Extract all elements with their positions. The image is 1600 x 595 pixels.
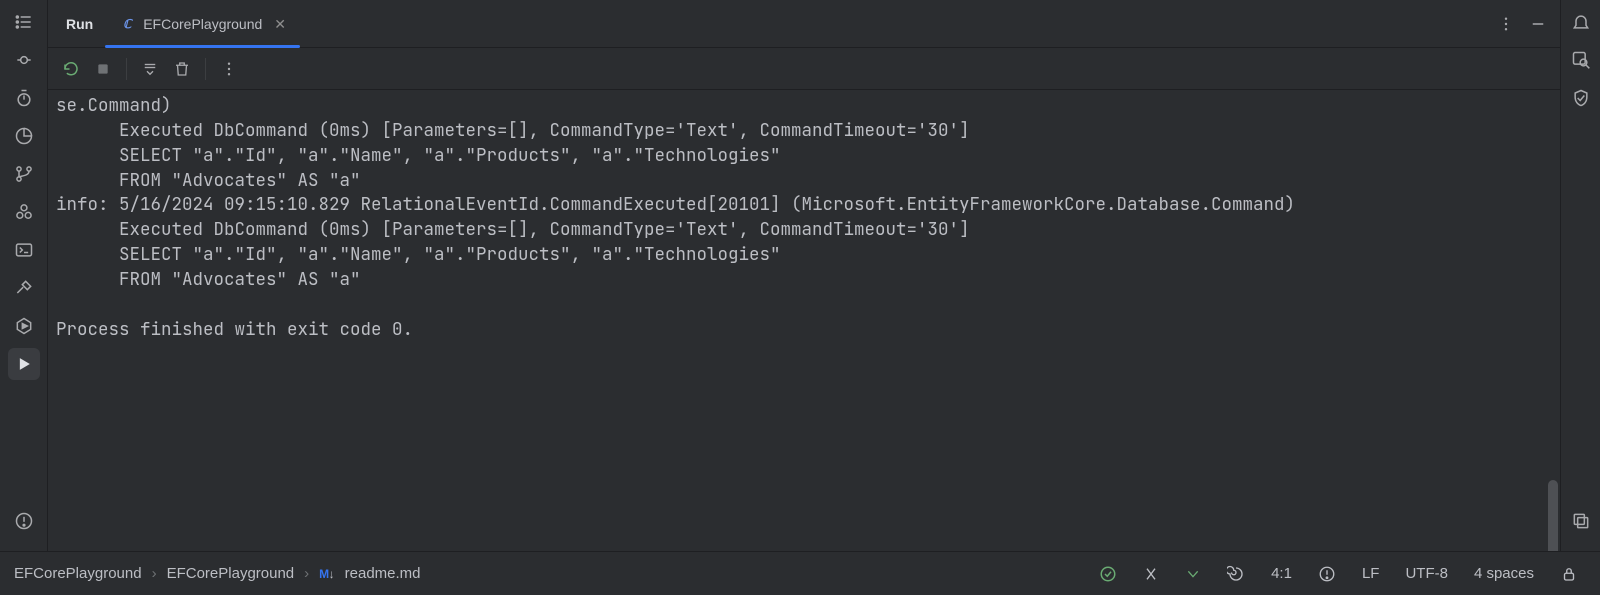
shield-icon [1571, 88, 1591, 108]
problems-toolwindow-button[interactable] [8, 505, 40, 537]
stop-button[interactable] [88, 54, 118, 84]
close-icon[interactable]: ✕ [274, 16, 286, 33]
readonly-toggle[interactable] [1552, 565, 1586, 583]
build-toolwindow-button[interactable] [8, 272, 40, 304]
services-toolwindow-button[interactable] [8, 310, 40, 342]
branch-icon [14, 164, 34, 184]
analytics-toolwindow-button[interactable] [8, 120, 40, 152]
more-vertical-icon [220, 60, 238, 78]
minimize-icon [1529, 15, 1547, 33]
cursor-position[interactable]: 4:1 [1263, 565, 1300, 582]
status-inspection-indicator[interactable] [1177, 566, 1209, 582]
stop-icon [95, 61, 111, 77]
commit-toolwindow-button[interactable] [8, 44, 40, 76]
spiral-icon [1227, 565, 1245, 583]
terminal-toolwindow-button[interactable] [8, 234, 40, 266]
left-tool-rail [0, 0, 48, 551]
console-text: se.Command) Executed DbCommand (0ms) [Pa… [48, 90, 1560, 354]
file-encoding[interactable]: UTF-8 [1397, 565, 1456, 582]
scroll-down-icon [141, 60, 159, 78]
warning-icon [1318, 565, 1336, 583]
run-panel: Run ℂ EFCorePlayground ✕ [48, 0, 1560, 551]
status-power-save-indicator[interactable] [1219, 565, 1253, 583]
rerun-button[interactable] [56, 54, 86, 84]
run-config-tab-label: EFCorePlayground [143, 16, 262, 32]
chevron-right-icon: › [304, 565, 309, 582]
notifications-button[interactable] [1565, 6, 1597, 38]
main-area: Run ℂ EFCorePlayground ✕ [0, 0, 1600, 551]
breadcrumb-file[interactable]: readme.md [345, 565, 421, 582]
line-separator[interactable]: LF [1354, 565, 1388, 582]
run-config-tab[interactable]: ℂ EFCorePlayground ✕ [105, 0, 300, 48]
chevron-right-icon: › [152, 565, 157, 582]
minimize-button[interactable] [1522, 0, 1554, 47]
terminal-icon [14, 240, 34, 260]
run-toolwindow-title: Run [54, 0, 105, 47]
list-icon [14, 12, 34, 32]
packages-toolwindow-button[interactable] [8, 196, 40, 228]
commit-icon [14, 50, 34, 70]
warning-icon [14, 511, 34, 531]
chevron-down-icon [1185, 566, 1201, 582]
overlay-button[interactable] [1565, 505, 1597, 537]
hammer-icon [14, 278, 34, 298]
toolbar-more-button[interactable] [214, 54, 244, 84]
breadcrumb-seg-1[interactable]: EFCorePlayground [167, 565, 295, 582]
pie-icon [14, 126, 34, 146]
clear-all-button[interactable] [167, 54, 197, 84]
play-hex-icon [14, 316, 34, 336]
rerun-icon [62, 60, 80, 78]
lock-icon [1560, 565, 1578, 583]
vcs-toolwindow-button[interactable] [8, 158, 40, 190]
find-button[interactable] [1565, 44, 1597, 76]
check-circle-icon [1099, 565, 1117, 583]
search-box-icon [1571, 50, 1591, 70]
run-toolwindow-button[interactable] [8, 348, 40, 380]
play-icon [14, 354, 34, 374]
csharp-icon: ℂ [119, 16, 135, 32]
status-bar: EFCorePlayground › EFCorePlayground › M↓… [0, 551, 1600, 595]
more-button[interactable] [1490, 0, 1522, 47]
separator [205, 58, 206, 80]
right-tool-rail [1560, 0, 1600, 551]
indent-setting[interactable]: 4 spaces [1466, 565, 1542, 582]
project-toolwindow-button[interactable] [8, 6, 40, 38]
status-warning-indicator[interactable] [1310, 565, 1344, 583]
stopwatch-icon [14, 88, 34, 108]
status-ok-indicator[interactable] [1091, 565, 1125, 583]
bell-icon [1571, 12, 1591, 32]
vcs-icon [1143, 566, 1159, 582]
run-tab-bar: Run ℂ EFCorePlayground ✕ [48, 0, 1560, 48]
breadcrumb-seg-0[interactable]: EFCorePlayground [14, 565, 142, 582]
run-toolbar [48, 48, 1560, 90]
windows-icon [1571, 511, 1591, 531]
more-vertical-icon [1497, 15, 1515, 33]
status-vcs-indicator[interactable] [1135, 566, 1167, 582]
packages-icon [14, 202, 34, 222]
separator [126, 58, 127, 80]
markdown-icon: M↓ [319, 565, 335, 582]
profiler-toolwindow-button[interactable] [8, 82, 40, 114]
scroll-to-end-button[interactable] [135, 54, 165, 84]
console-output[interactable]: se.Command) Executed DbCommand (0ms) [Pa… [48, 90, 1560, 551]
trash-icon [173, 60, 191, 78]
shield-button[interactable] [1565, 82, 1597, 114]
scrollbar-thumb[interactable] [1548, 480, 1558, 551]
breadcrumb[interactable]: EFCorePlayground › EFCorePlayground › M↓… [14, 565, 421, 582]
